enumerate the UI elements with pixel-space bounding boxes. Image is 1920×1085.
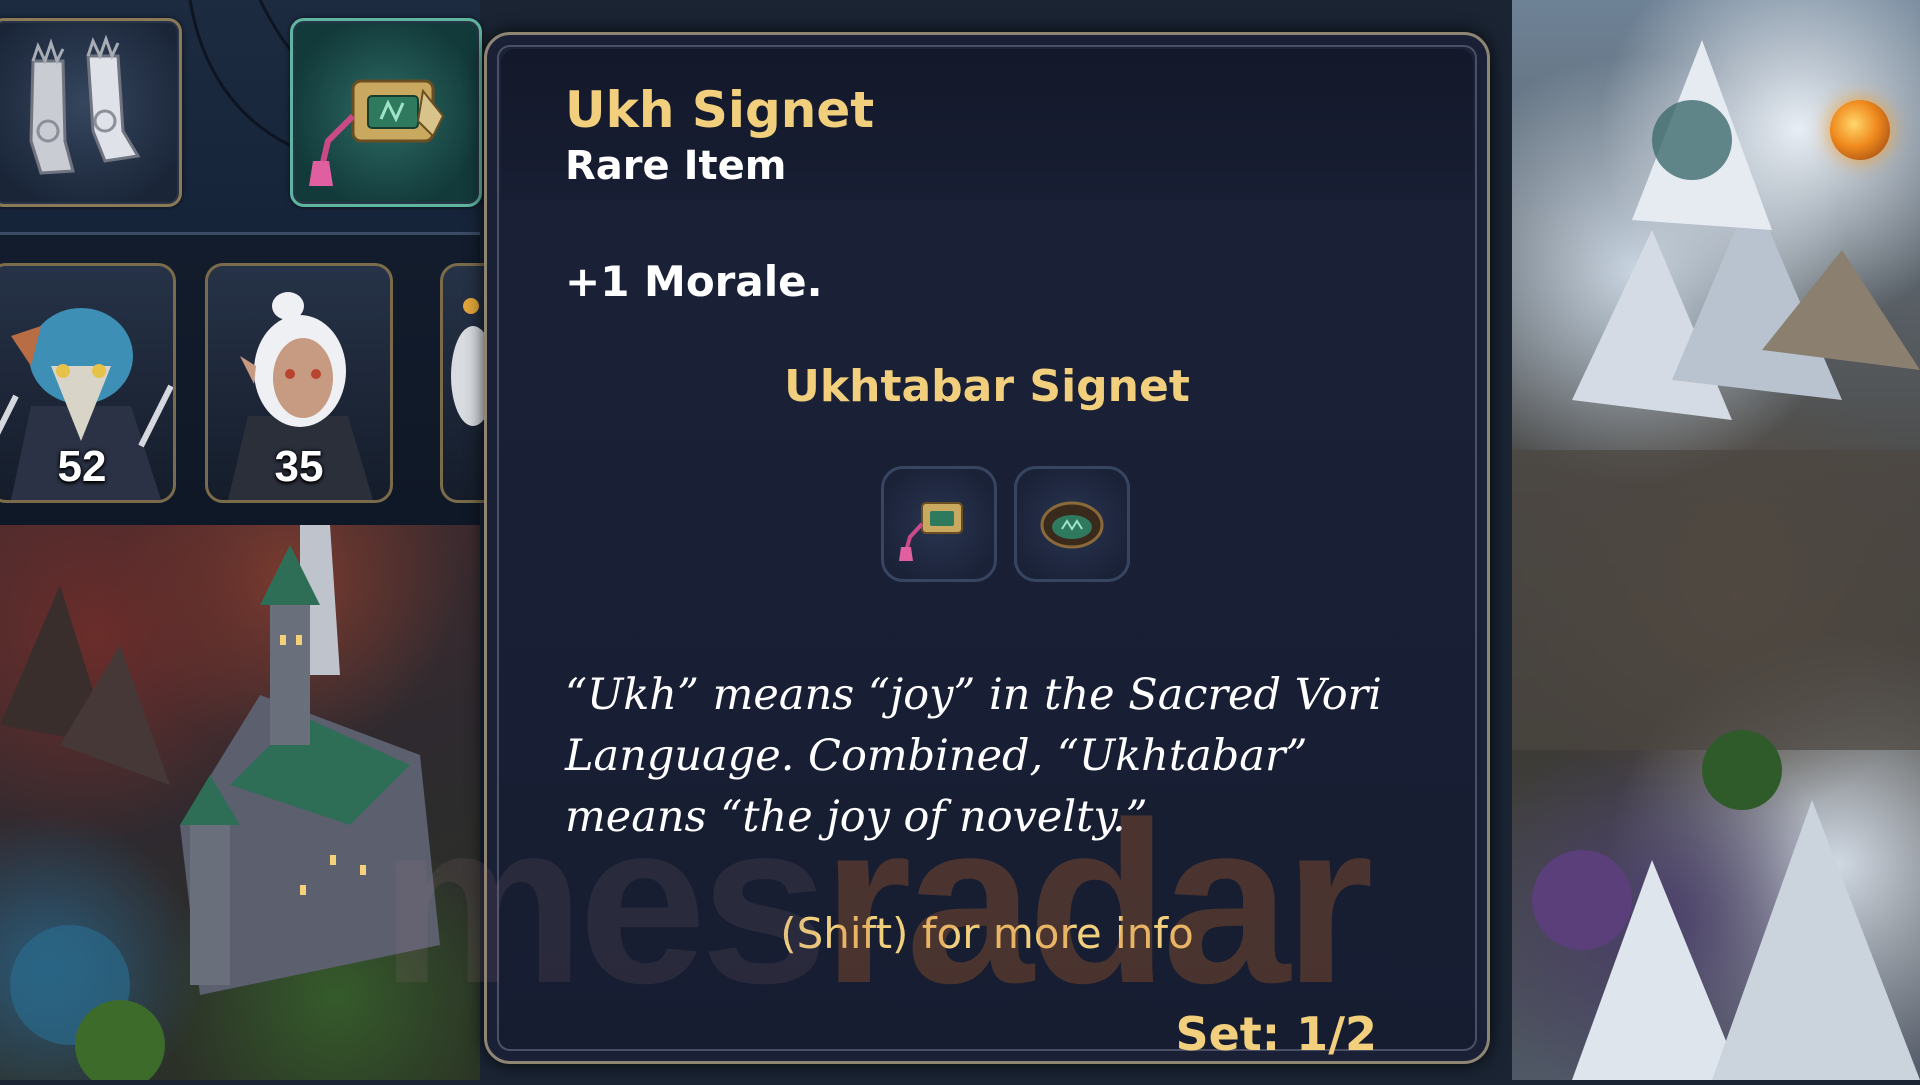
snowy-mountains-terrain — [1512, 40, 1920, 1080]
hero-card[interactable]: 52 — [0, 263, 176, 503]
hero-stack-count: 35 — [274, 442, 324, 491]
glowing-resource-orb[interactable] — [1830, 100, 1890, 160]
set-items-list — [881, 466, 1137, 584]
item-rarity: Rare Item — [565, 143, 787, 189]
boots-icon — [29, 34, 141, 175]
castle-town-icon — [0, 525, 440, 1085]
equipment-panel — [0, 0, 482, 232]
item-set-name: Ukhtabar Signet — [784, 361, 1190, 412]
set-progress: Set: 1/2 — [1175, 1007, 1377, 1061]
item-effect: +1 Morale. — [565, 257, 823, 306]
ring-icon — [1040, 501, 1104, 549]
hero-army-row: 52 35 — [0, 232, 506, 528]
item-name: Ukh Signet — [565, 81, 875, 139]
adventure-map-left[interactable] — [0, 525, 480, 1085]
signet-icon — [899, 502, 963, 561]
more-info-hint: (Shift) for more info — [780, 909, 1194, 958]
signet-icon — [309, 79, 445, 186]
item-lore-text: “Ukh” means “joy” in the Sacred Vori Lan… — [565, 670, 1382, 842]
equipment-slot-signet-selected[interactable] — [290, 18, 482, 207]
adventure-map-right[interactable] — [1512, 0, 1920, 1080]
hero-stack-count: 52 — [57, 442, 107, 491]
item-tooltip: Ukh Signet Rare Item +1 Morale. Ukhtabar… — [484, 32, 1490, 1064]
equipment-slot-boots[interactable] — [0, 18, 182, 207]
hero-card[interactable]: 35 — [205, 263, 393, 503]
set-item-slot — [881, 466, 997, 582]
set-item-slot — [1014, 466, 1130, 582]
